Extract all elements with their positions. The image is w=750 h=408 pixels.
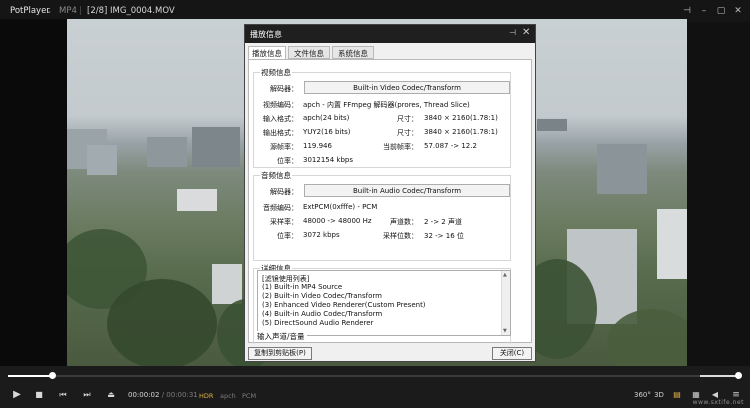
output-size-label: 尺寸： — [397, 129, 418, 137]
video-codec-badge[interactable]: apch — [218, 391, 238, 401]
audio-info-group: 音频信息 解码器： Built-in Audio Codec/Transform… — [253, 170, 511, 261]
close-icon[interactable]: ✕ — [731, 5, 745, 17]
maximize-icon[interactable]: ▢ — [714, 5, 728, 17]
video-info-group: 视频信息 解码器： Built-in Video Codec/Transform… — [253, 67, 511, 168]
source-fps-label: 源帧率： — [270, 143, 298, 151]
dialog-pin-icon[interactable]: ⊣ — [509, 28, 516, 37]
audio-codec-label: 音频编码： — [263, 204, 298, 212]
input-size-value: 3840 × 2160(1.78:1) — [424, 114, 498, 122]
app-menu-button[interactable]: PotPlayer — [10, 6, 50, 16]
audio-info-title: 音频信息 — [260, 170, 292, 181]
audio-codec-badge[interactable]: PCM — [240, 391, 258, 401]
seek-handle[interactable] — [49, 372, 57, 379]
building — [537, 119, 567, 131]
hdr-badge[interactable]: HDR — [197, 391, 215, 401]
scroll-down-icon[interactable]: ▼ — [503, 328, 507, 334]
playback-info-dialog: 播放信息 ⊣ ✕ 播放信息 文件信息 系统信息 视频信息 解码器： Built-… — [244, 24, 536, 362]
vr-360-icon[interactable]: 360° — [634, 389, 651, 401]
bit-depth-label: 采样位数： — [383, 232, 418, 240]
input-format-label: 输入格式： — [263, 115, 298, 123]
filter-list[interactable]: [滤镜使用列表] (1) Built-in MP4 Source (2) Bui… — [257, 270, 511, 336]
eject-icon[interactable]: ⏏ — [104, 388, 118, 402]
total-time: 00:00:31 — [166, 391, 198, 399]
input-format-value: apch(24 bits) — [303, 114, 350, 122]
input-size-label: 尺寸： — [397, 115, 418, 123]
window-title: [2/8] IMG_0004.MOV — [87, 6, 175, 16]
building — [212, 264, 242, 304]
audio-codec-value: ExtPCM(0xfffe) - PCM — [303, 203, 378, 211]
control-bar: ▶ ■ ⏮ ⏭ ⏏ 00:00:02 / 00:00:31 HDR apch P… — [0, 366, 750, 408]
sample-rate-label: 采样率： — [270, 218, 298, 226]
io-section-title: 输入声道/音量 — [255, 331, 307, 342]
audio-decoder-label: 解码器： — [270, 188, 298, 196]
tree-cluster — [107, 279, 217, 366]
sample-rate-value: 48000 -> 48000 Hz — [303, 217, 372, 225]
channels-value: 2 -> 2 声道 — [424, 218, 462, 226]
list-item: (3) Enhanced Video Renderer(Custom Prese… — [262, 301, 426, 309]
time-display: 00:00:02 / 00:00:31 — [128, 391, 198, 399]
building — [177, 189, 217, 211]
dialog-title-bar: 播放信息 ⊣ ✕ — [245, 25, 535, 43]
copy-to-clipboard-button[interactable]: 复制到剪贴板(P) — [248, 347, 312, 360]
play-icon[interactable]: ▶ — [10, 388, 24, 402]
building — [87, 145, 117, 175]
chevron-down-icon[interactable]: ⌄ — [46, 7, 52, 15]
title-separator: | — [79, 6, 82, 16]
letterbox-left — [0, 19, 67, 366]
seek-bar-fill — [8, 375, 53, 377]
list-item: (2) Built-in Video Codec/Transform — [262, 292, 382, 300]
video-bitrate-label: 位率： — [277, 157, 298, 165]
audio-bitrate-label: 位率： — [277, 232, 298, 240]
current-time: 00:00:02 — [128, 391, 160, 399]
output-size-value: 3840 × 2160(1.78:1) — [424, 128, 498, 136]
tab-file-info[interactable]: 文件信息 — [288, 46, 330, 59]
minimize-icon[interactable]: – — [697, 5, 711, 17]
building — [597, 144, 647, 194]
list-item: (4) Built-in Audio Codec/Transform — [262, 310, 383, 318]
stop-icon[interactable]: ■ — [32, 388, 46, 402]
source-fps-value: 119.946 — [303, 142, 332, 150]
dialog-close-icon[interactable]: ✕ — [522, 27, 530, 38]
volume-handle[interactable] — [734, 372, 742, 379]
time-separator: / — [161, 391, 165, 399]
previous-icon[interactable]: ⏮ — [56, 388, 70, 402]
video-codec-value: apch - 内置 FFmpeg 解码器(prores, Thread Slic… — [303, 101, 470, 109]
dialog-title: 播放信息 — [250, 30, 282, 39]
current-fps-label: 当前帧率： — [383, 143, 418, 151]
list-scrollbar[interactable]: ▲ ▼ — [501, 271, 510, 335]
subtitle-icon[interactable]: ▤ — [670, 389, 684, 401]
3d-mode-icon[interactable]: 3D — [652, 389, 666, 401]
channels-label: 声道数： — [390, 218, 418, 226]
format-label: MP4 — [59, 6, 77, 16]
audio-bitrate-value: 3072 kbps — [303, 231, 340, 239]
bit-depth-value: 32 -> 16 位 — [424, 232, 464, 240]
video-decoder-label: 解码器： — [270, 85, 298, 93]
building — [192, 127, 240, 167]
video-bitrate-value: 3012154 kbps — [303, 156, 353, 164]
tab-playback-info[interactable]: 播放信息 — [248, 46, 286, 60]
playback-info-pane: 视频信息 解码器： Built-in Video Codec/Transform… — [248, 59, 532, 344]
volume-fill — [700, 375, 738, 377]
scroll-up-icon[interactable]: ▲ — [503, 272, 507, 278]
pin-icon[interactable]: ⊣ — [680, 5, 694, 17]
volume-slider[interactable] — [700, 372, 742, 379]
video-codec-label: 视频编码： — [263, 101, 298, 109]
building — [147, 137, 187, 167]
audio-decoder-button[interactable]: Built-in Audio Codec/Transform — [304, 184, 510, 197]
list-item: (5) DirectSound Audio Renderer — [262, 319, 374, 327]
watermark: www.sxtife.net — [692, 399, 744, 406]
building — [657, 209, 687, 279]
video-info-title: 视频信息 — [260, 67, 292, 78]
next-icon[interactable]: ⏭ — [80, 388, 94, 402]
seek-bar[interactable] — [8, 372, 742, 379]
list-item: (1) Built-in MP4 Source — [262, 283, 343, 291]
video-decoder-button[interactable]: Built-in Video Codec/Transform — [304, 81, 510, 94]
close-button[interactable]: 关闭(C) — [492, 347, 532, 360]
output-format-value: YUY2(16 bits) — [303, 128, 351, 136]
current-fps-value: 57.087 -> 12.2 — [424, 142, 477, 150]
tab-system-info[interactable]: 系统信息 — [332, 46, 374, 59]
output-format-label: 输出格式： — [263, 129, 298, 137]
